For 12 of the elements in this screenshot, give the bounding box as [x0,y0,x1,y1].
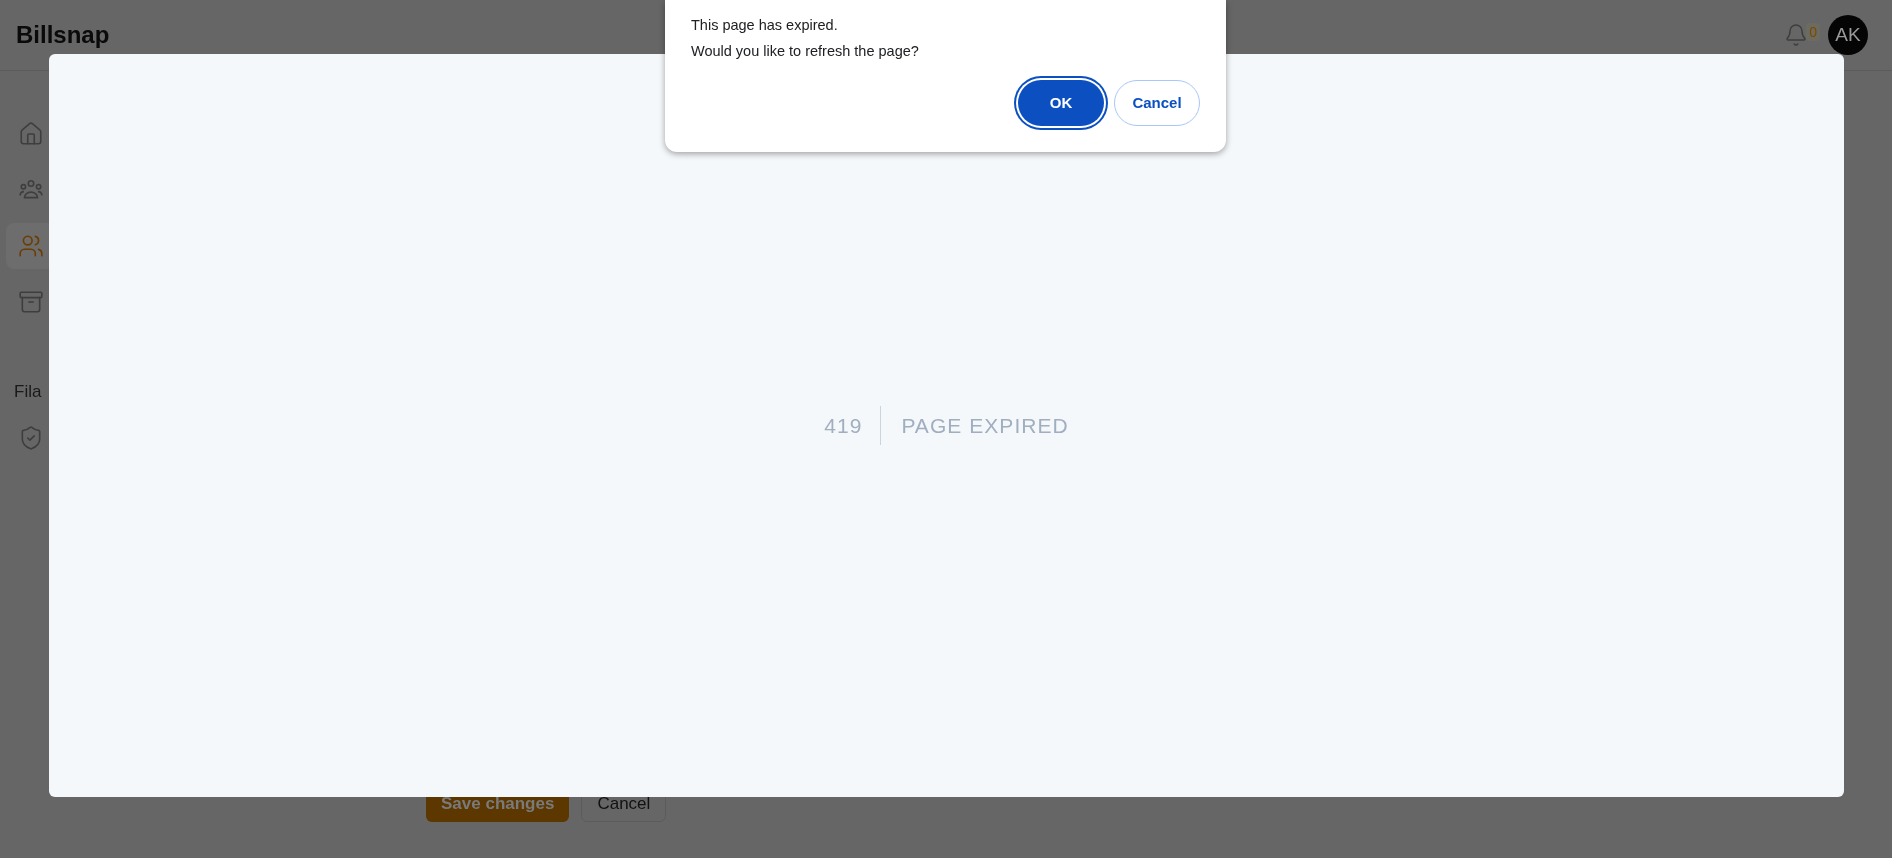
dialog-cancel-button[interactable]: Cancel [1114,80,1200,126]
notification-count: 0 [1806,23,1820,41]
dialog-message: This page has expired. [691,16,839,35]
app-logo: Billsnap [16,20,110,50]
archive-icon [18,289,44,315]
dialog-message: Would you like to refresh the page? [691,42,920,61]
error-code: 419 [824,405,882,446]
sidebar-section-label: Fila [14,381,42,403]
error-message: PAGE EXPIRED [900,412,1069,439]
users-icon [18,233,44,259]
home-icon [18,121,44,147]
user-avatar[interactable]: AK [1828,15,1868,55]
